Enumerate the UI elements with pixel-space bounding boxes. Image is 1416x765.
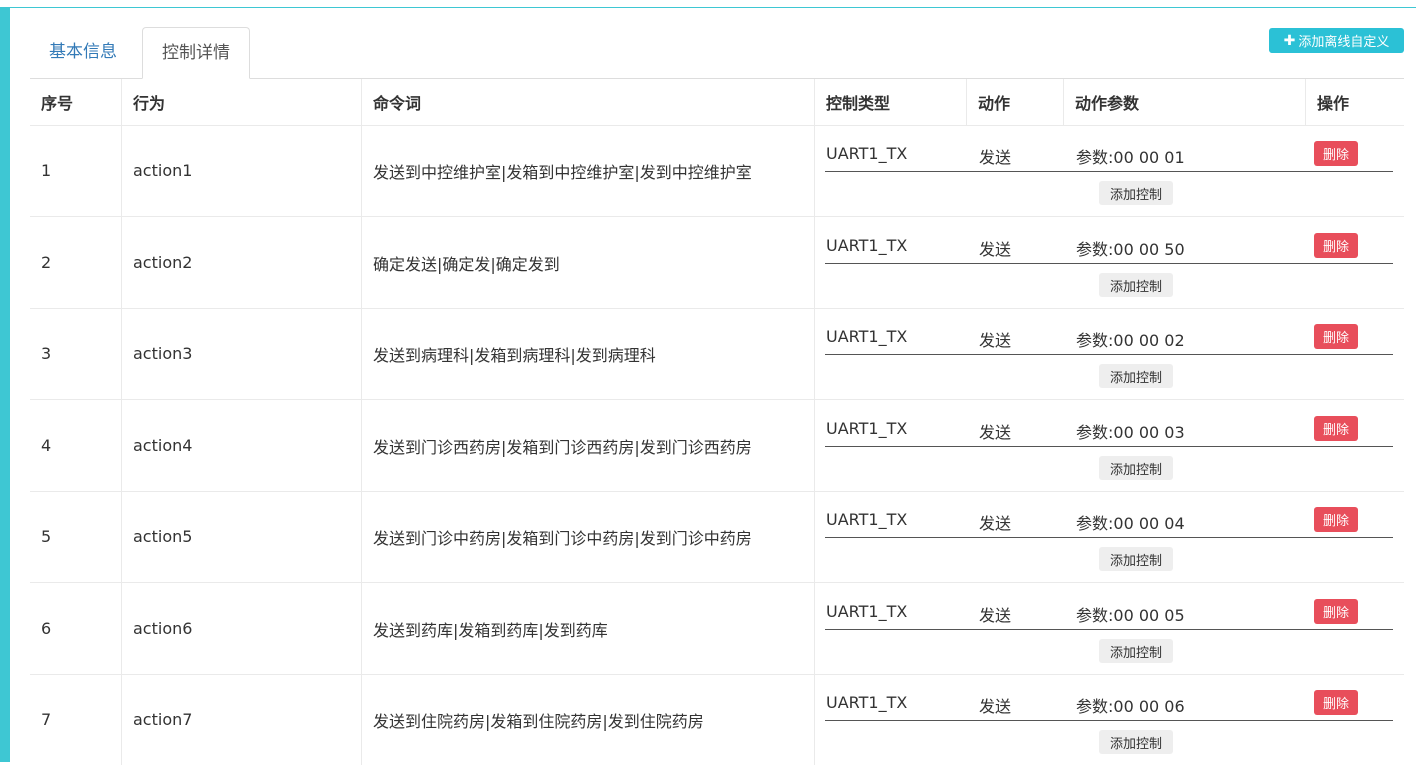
row-behavior: action7 <box>133 710 193 729</box>
add-control-button[interactable]: 添加控制 <box>1099 639 1173 663</box>
params-value: 参数:00 00 50 <box>1076 240 1185 259</box>
delete-button[interactable]: 删除 <box>1314 690 1358 715</box>
row-behavior: action2 <box>133 253 193 272</box>
row-index: 5 <box>41 527 52 546</box>
row-behavior: action6 <box>133 619 193 638</box>
action-value: 发送 <box>979 331 1012 350</box>
delete-button[interactable]: 删除 <box>1314 599 1358 624</box>
delete-button[interactable]: 删除 <box>1314 233 1358 258</box>
row-command: 发送到病理科|发箱到病理科|发到病理科 <box>373 345 656 365</box>
row-behavior: action5 <box>133 527 193 546</box>
control-divider <box>825 629 1393 630</box>
add-control-button[interactable]: 添加控制 <box>1099 456 1173 480</box>
delete-button[interactable]: 删除 <box>1314 141 1358 166</box>
tab-basic-info[interactable]: 基本信息 <box>30 27 136 77</box>
control-cell: UART1_TX 发送 参数:00 00 06 删除 添加控制 <box>815 674 1404 765</box>
header-params: 动作参数 <box>1064 79 1306 125</box>
header-operation: 操作 <box>1317 94 1350 113</box>
row-command: 发送到中控维护室|发箱到中控维护室|发到中控维护室 <box>373 162 752 182</box>
row-behavior: action4 <box>133 436 193 455</box>
add-control-button[interactable]: 添加控制 <box>1099 273 1173 297</box>
table-row: 5 action5 发送到门诊中药房|发箱到门诊中药房|发到门诊中药房 UART… <box>30 491 1404 583</box>
row-behavior: action1 <box>133 161 193 180</box>
header-control-type: 控制类型 <box>815 79 967 125</box>
add-control-button[interactable]: 添加控制 <box>1099 364 1173 388</box>
row-command: 发送到门诊中药房|发箱到门诊中药房|发到门诊中药房 <box>373 528 752 548</box>
action-value: 发送 <box>979 423 1012 442</box>
control-cell: UART1_TX 发送 参数:00 00 50 删除 添加控制 <box>815 217 1404 308</box>
action-value: 发送 <box>979 606 1012 625</box>
control-type-value: UART1_TX <box>826 693 908 712</box>
action-value: 发送 <box>979 148 1012 167</box>
row-index: 1 <box>41 161 52 180</box>
table-row: 1 action1 发送到中控维护室|发箱到中控维护室|发到中控维护室 UART… <box>30 125 1404 217</box>
add-offline-custom-button[interactable]: ✚ 添加离线自定义 <box>1269 28 1404 53</box>
params-value: 参数:00 00 02 <box>1076 331 1185 350</box>
control-divider <box>825 354 1393 355</box>
row-behavior: action3 <box>133 344 193 363</box>
params-value: 参数:00 00 06 <box>1076 697 1185 716</box>
control-divider <box>825 720 1393 721</box>
control-cell: UART1_TX 发送 参数:00 00 03 删除 添加控制 <box>815 400 1404 491</box>
params-value: 参数:00 00 04 <box>1076 514 1185 533</box>
control-type-value: UART1_TX <box>826 236 908 255</box>
row-index: 3 <box>41 344 52 363</box>
control-cell: UART1_TX 发送 参数:00 00 01 删除 添加控制 <box>815 125 1404 216</box>
row-command: 发送到门诊西药房|发箱到门诊西药房|发到门诊西药房 <box>373 437 752 457</box>
tab-control-details[interactable]: 控制详情 <box>142 27 250 79</box>
delete-button[interactable]: 删除 <box>1314 324 1358 349</box>
control-type-value: UART1_TX <box>826 419 908 438</box>
add-control-button[interactable]: 添加控制 <box>1099 181 1173 205</box>
plus-icon: ✚ <box>1283 32 1296 49</box>
tab-bar: 基本信息 控制详情 <box>30 27 1404 79</box>
table-header-row: 序号 行为 命令词 控制类型 动作 动作参数 操作 <box>30 79 1404 126</box>
table-row: 7 action7 发送到住院药房|发箱到住院药房|发到住院药房 UART1_T… <box>30 674 1404 765</box>
header-action: 动作 <box>967 79 1064 125</box>
table-row: 2 action2 确定发送|确定发|确定发到 UART1_TX 发送 参数:0… <box>30 217 1404 309</box>
row-index: 7 <box>41 710 52 729</box>
control-divider <box>825 537 1393 538</box>
params-value: 参数:00 00 01 <box>1076 148 1185 167</box>
control-divider <box>825 446 1393 447</box>
delete-button[interactable]: 删除 <box>1314 416 1358 441</box>
control-cell: UART1_TX 发送 参数:00 00 02 删除 添加控制 <box>815 308 1404 399</box>
add-offline-custom-label: 添加离线自定义 <box>1298 35 1390 50</box>
table-row: 6 action6 发送到药库|发箱到药库|发到药库 UART1_TX 发送 参… <box>30 583 1404 675</box>
row-index: 2 <box>41 253 52 272</box>
row-command: 发送到住院药房|发箱到住院药房|发到住院药房 <box>373 711 704 731</box>
table-row: 3 action3 发送到病理科|发箱到病理科|发到病理科 UART1_TX 发… <box>30 308 1404 400</box>
control-type-value: UART1_TX <box>826 602 908 621</box>
add-control-button[interactable]: 添加控制 <box>1099 730 1173 754</box>
action-value: 发送 <box>979 697 1012 716</box>
row-command: 发送到药库|发箱到药库|发到药库 <box>373 620 608 640</box>
control-type-value: UART1_TX <box>826 327 908 346</box>
row-command: 确定发送|确定发|确定发到 <box>373 254 560 274</box>
control-divider <box>825 171 1393 172</box>
params-value: 参数:00 00 05 <box>1076 606 1185 625</box>
params-value: 参数:00 00 03 <box>1076 423 1185 442</box>
add-control-button[interactable]: 添加控制 <box>1099 547 1173 571</box>
row-index: 6 <box>41 619 52 638</box>
row-index: 4 <box>41 436 52 455</box>
left-accent-bar <box>0 7 10 762</box>
header-command: 命令词 <box>362 79 815 125</box>
header-behavior: 行为 <box>122 79 362 125</box>
header-index: 序号 <box>30 79 122 125</box>
top-accent-line <box>10 7 1416 8</box>
control-type-value: UART1_TX <box>826 144 908 163</box>
control-cell: UART1_TX 发送 参数:00 00 05 删除 添加控制 <box>815 583 1404 674</box>
control-type-value: UART1_TX <box>826 510 908 529</box>
delete-button[interactable]: 删除 <box>1314 507 1358 532</box>
action-value: 发送 <box>979 514 1012 533</box>
table-row: 4 action4 发送到门诊西药房|发箱到门诊西药房|发到门诊西药房 UART… <box>30 400 1404 492</box>
action-value: 发送 <box>979 240 1012 259</box>
control-divider <box>825 263 1393 264</box>
control-cell: UART1_TX 发送 参数:00 00 04 删除 添加控制 <box>815 491 1404 582</box>
